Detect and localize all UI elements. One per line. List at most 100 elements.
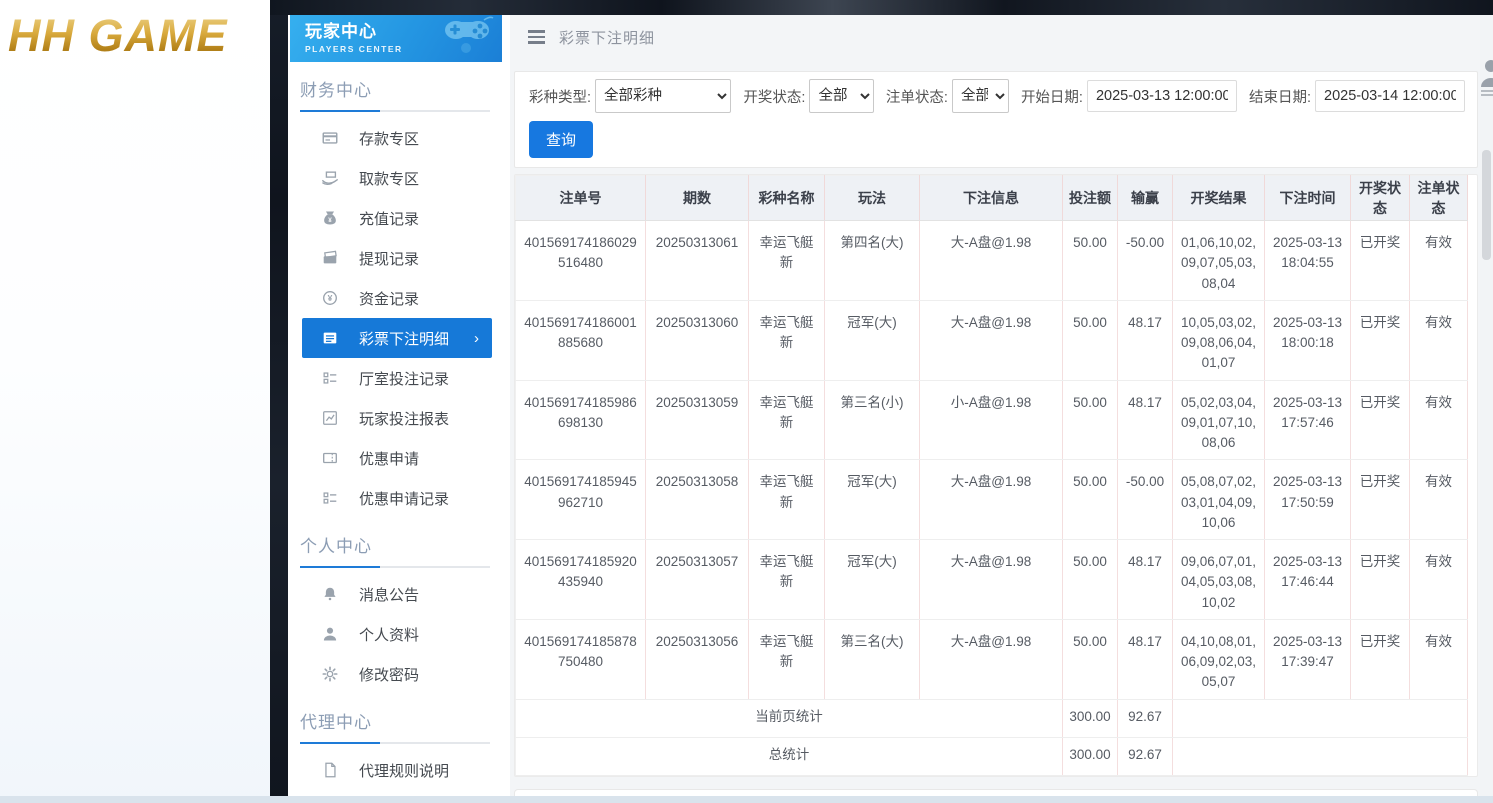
cell-draw-status: 已开奖 — [1351, 460, 1410, 540]
order-status-label: 注单状态: — [886, 86, 948, 107]
list-icon — [321, 329, 339, 347]
cell-bet-time: 2025-03-13 17:46:44 — [1265, 540, 1351, 620]
cell-lottery-name: 幸运飞艇新 — [749, 300, 825, 380]
section-underline — [300, 110, 490, 112]
table-row: 40156917418592043594020250313057幸运飞艇新冠军(… — [516, 540, 1468, 620]
sidebar-item[interactable]: 玩家投注报表 — [288, 398, 510, 438]
sidebar-item[interactable]: 个人资料 — [288, 614, 510, 654]
scrollbar-thumb[interactable] — [1482, 150, 1491, 260]
col-header-draw-status: 开奖状态 — [1351, 176, 1410, 221]
cell-play: 第三名(大) — [825, 619, 920, 699]
sidebar-item[interactable]: 修改密码 — [288, 654, 510, 694]
cell-draw-result: 10,05,03,02,09,08,06,04,01,07 — [1173, 300, 1265, 380]
menu-toggle-icon[interactable] — [528, 30, 545, 43]
cell-bet-time: 2025-03-13 18:04:55 — [1265, 221, 1351, 301]
cell-order-status: 有效 — [1410, 460, 1468, 540]
summary-win-total: 92.67 — [1118, 737, 1173, 775]
draw-status-select[interactable]: 全部 — [809, 79, 873, 113]
col-header-order-no: 注单号 — [516, 176, 646, 221]
records-icon — [321, 489, 339, 507]
sidebar-item[interactable]: 优惠申请记录 — [288, 478, 510, 518]
gamepad-icon — [436, 15, 496, 56]
left-dark-strip — [270, 0, 288, 803]
page-title: 彩票下注明细 — [559, 27, 655, 48]
sidebar-item-label: 彩票下注明细 — [359, 328, 449, 349]
bottom-edge-band — [0, 796, 1493, 803]
cell-bet-info: 小-A盘@1.98 — [920, 380, 1063, 460]
lottery-type-select[interactable]: 全部彩种 — [595, 79, 731, 113]
main-content: 彩票下注明细 彩种类型: 全部彩种 开奖状态: 全部 注单状态: 全部 开始日期… — [510, 15, 1480, 803]
sidebar-item-label: 优惠申请 — [359, 448, 419, 469]
sidebar-item[interactable]: 代理规则说明 — [288, 750, 510, 790]
cell-period: 20250313057 — [646, 540, 749, 620]
right-edge-strip — [1480, 15, 1493, 803]
cell-order-no: 401569174185920435940 — [516, 540, 646, 620]
coupon-icon — [321, 449, 339, 467]
sidebar-item-label: 存款专区 — [359, 128, 419, 149]
summary-bet-total: 300.00 — [1063, 737, 1118, 775]
sidebar-item[interactable]: ¥ 资金记录 — [288, 278, 510, 318]
col-header-win-loss: 输赢 — [1118, 176, 1173, 221]
order-status-select[interactable]: 全部 — [952, 79, 1009, 113]
cell-order-no: 401569174186001885680 — [516, 300, 646, 380]
cell-order-no: 401569174185945962710 — [516, 460, 646, 540]
sidebar-item-label: 资金记录 — [359, 288, 419, 309]
sidebar-section-label: 个人中心 — [300, 532, 490, 557]
cell-order-status: 有效 — [1410, 221, 1468, 301]
summary-row: 总统计300.0092.67 — [516, 737, 1468, 775]
summary-empty — [1173, 737, 1468, 775]
query-button[interactable]: 查询 — [529, 121, 593, 158]
records-icon — [321, 369, 339, 387]
section-underline — [300, 742, 490, 744]
cell-play: 冠军(大) — [825, 300, 920, 380]
sidebar-item[interactable]: 消息公告 — [288, 574, 510, 614]
cell-bet-amount: 50.00 — [1063, 540, 1118, 620]
sidebar-item-label: 提现记录 — [359, 248, 419, 269]
col-header-period: 期数 — [646, 176, 749, 221]
cell-win-loss: 48.17 — [1118, 380, 1173, 460]
cell-bet-amount: 50.00 — [1063, 300, 1118, 380]
cell-bet-amount: 50.00 — [1063, 619, 1118, 699]
report-icon — [321, 409, 339, 427]
sidebar-item[interactable]: 厅室投注记录 — [288, 358, 510, 398]
sidebar-item-label: 消息公告 — [359, 584, 419, 605]
brand-logo[interactable]: HH GAME — [8, 10, 228, 62]
gear-icon — [321, 665, 339, 683]
summary-empty — [1173, 699, 1468, 737]
cell-draw-result: 05,08,07,02,03,01,04,09,10,06 — [1173, 460, 1265, 540]
page: HH GAME 玩家中心 PLAYERS CENTER 财务中 — [0, 0, 1493, 803]
lottery-type-label: 彩种类型: — [529, 86, 591, 107]
start-date-input[interactable] — [1087, 80, 1237, 112]
cell-order-status: 有效 — [1410, 380, 1468, 460]
doc-icon — [321, 761, 339, 779]
col-header-bet-amount: 投注额 — [1063, 176, 1118, 221]
logo-panel: HH GAME — [0, 0, 270, 803]
cell-draw-result: 09,06,07,01,04,05,03,08,10,02 — [1173, 540, 1265, 620]
sidebar-item[interactable]: 提现记录 — [288, 238, 510, 278]
sidebar-item[interactable]: 存款专区 — [288, 118, 510, 158]
table-row: 40156917418594596271020250313058幸运飞艇新冠军(… — [516, 460, 1468, 540]
sidebar-item[interactable]: 取款专区 — [288, 158, 510, 198]
cell-play: 第三名(小) — [825, 380, 920, 460]
cell-draw-status: 已开奖 — [1351, 221, 1410, 301]
cell-order-status: 有效 — [1410, 619, 1468, 699]
sidebar-item-label: 厅室投注记录 — [359, 368, 449, 389]
sidebar-item[interactable]: ¥充值记录 — [288, 198, 510, 238]
cell-play: 第四名(大) — [825, 221, 920, 301]
filter-button-row: 查询 — [529, 121, 1465, 158]
cell-win-loss: -50.00 — [1118, 221, 1173, 301]
sidebar-item[interactable]: 彩票下注明细› — [302, 318, 492, 358]
col-header-bet-time: 下注时间 — [1265, 176, 1351, 221]
cell-bet-info: 大-A盘@1.98 — [920, 300, 1063, 380]
cell-bet-amount: 50.00 — [1063, 380, 1118, 460]
col-header-play: 玩法 — [825, 176, 920, 221]
sidebar-item[interactable]: 优惠申请 — [288, 438, 510, 478]
col-header-lottery-name: 彩种名称 — [749, 176, 825, 221]
end-date-input[interactable] — [1315, 80, 1465, 112]
svg-text:¥: ¥ — [328, 293, 333, 303]
summary-win-total: 92.67 — [1118, 699, 1173, 737]
cell-period: 20250313056 — [646, 619, 749, 699]
cell-bet-time: 2025-03-13 17:57:46 — [1265, 380, 1351, 460]
sidebar-item-label: 玩家投注报表 — [359, 408, 449, 429]
cell-bet-amount: 50.00 — [1063, 221, 1118, 301]
